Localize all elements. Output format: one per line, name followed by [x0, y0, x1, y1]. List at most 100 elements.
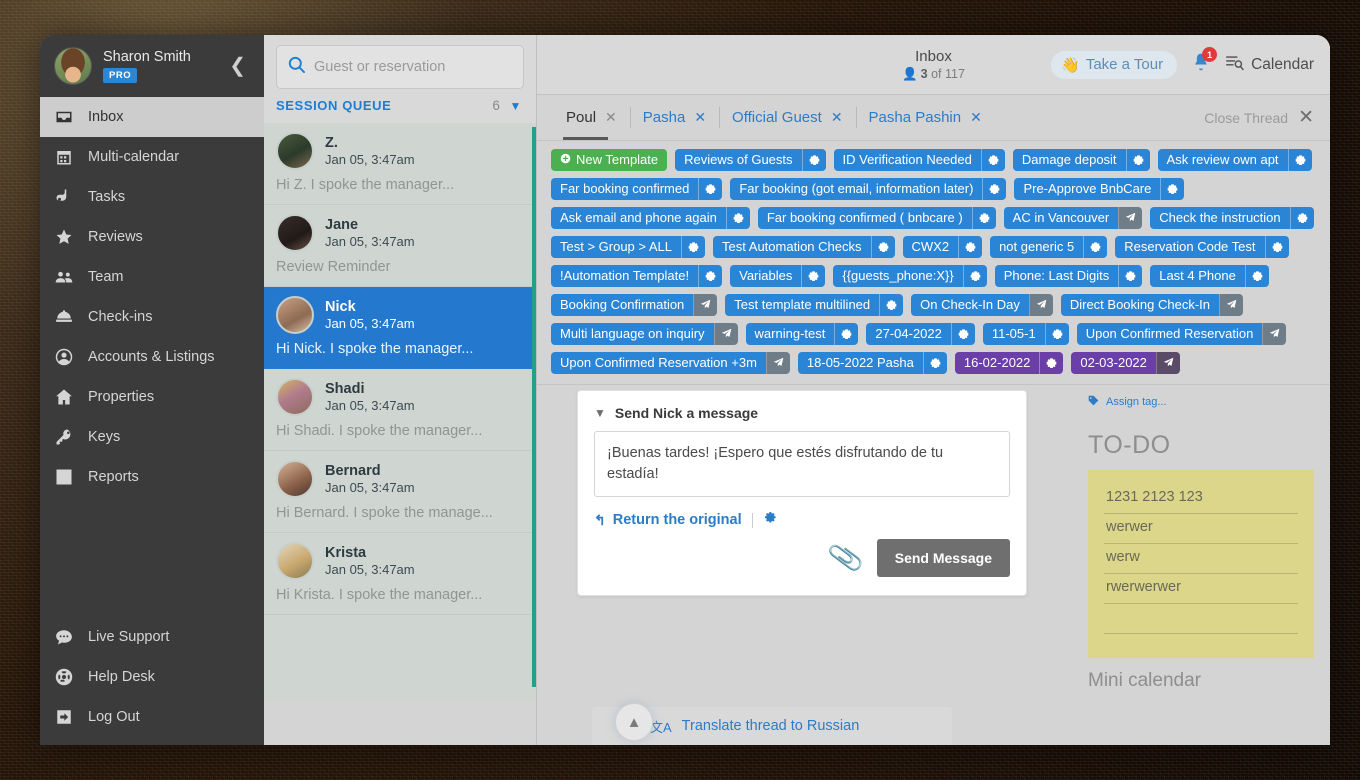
- sidebar-item-check-ins[interactable]: Check-ins: [40, 297, 264, 337]
- gear-icon[interactable]: [1083, 236, 1108, 258]
- gear-icon[interactable]: [1118, 265, 1143, 287]
- plane-icon[interactable]: [693, 294, 718, 316]
- gear-icon[interactable]: [725, 207, 750, 229]
- gear-icon[interactable]: [834, 323, 859, 345]
- sidebar-item-help-desk[interactable]: Help Desk: [40, 657, 264, 697]
- template-tag[interactable]: Far booking (got email, information late…: [730, 178, 1007, 200]
- sidebar-item-properties[interactable]: Properties: [40, 377, 264, 417]
- template-tag[interactable]: Upon Confirmed Reservation: [1076, 323, 1287, 345]
- gear-icon[interactable]: [1244, 265, 1269, 287]
- sidebar-item-team[interactable]: Team: [40, 257, 264, 297]
- template-tag[interactable]: Pre-Approve BnbCare: [1014, 178, 1185, 200]
- notifications-button[interactable]: 1: [1191, 47, 1218, 77]
- template-tag[interactable]: New Template: [551, 149, 668, 171]
- paperclip-icon[interactable]: 📎: [826, 539, 866, 577]
- gear-icon[interactable]: [1125, 149, 1150, 171]
- tab-pasha[interactable]: Pasha ✕: [629, 95, 719, 140]
- calendar-button[interactable]: Calendar: [1225, 54, 1314, 76]
- gear-icon[interactable]: [1044, 323, 1069, 345]
- template-tag[interactable]: Last 4 Phone: [1150, 265, 1269, 287]
- template-tag[interactable]: 11-05-1: [982, 323, 1069, 345]
- template-tag[interactable]: Booking Confirmation: [551, 294, 718, 316]
- gear-icon[interactable]: [1039, 352, 1064, 374]
- gear-icon[interactable]: [681, 236, 706, 258]
- plane-icon[interactable]: [765, 352, 790, 374]
- thread-list-item[interactable]: Bernard Jan 05, 3:47am Hi Bernard. I spoke…: [264, 451, 536, 533]
- gear-icon[interactable]: [958, 236, 983, 258]
- gear-icon[interactable]: [962, 265, 987, 287]
- todo-item[interactable]: rwerwerwer: [1104, 574, 1298, 604]
- gear-icon[interactable]: [801, 265, 826, 287]
- gear-icon[interactable]: [1264, 236, 1289, 258]
- close-icon[interactable]: ✕: [1298, 106, 1314, 129]
- todo-item[interactable]: 1231 2123 123: [1104, 484, 1298, 514]
- gear-icon[interactable]: [1289, 207, 1314, 229]
- search-input[interactable]: [314, 59, 513, 75]
- gear-icon[interactable]: [1160, 178, 1185, 200]
- template-tag[interactable]: !Automation Template!: [551, 265, 723, 287]
- tab-pasha-pashin[interactable]: Pasha Pashin ✕: [855, 95, 995, 140]
- gear-icon[interactable]: [1287, 149, 1312, 171]
- thread-list-item[interactable]: Nick Jan 05, 3:47am Hi Nick. I spoke the m…: [264, 287, 536, 369]
- close-icon[interactable]: ✕: [605, 109, 617, 126]
- sidebar-item-live-support[interactable]: Live Support: [40, 617, 264, 657]
- sidebar-item-inbox[interactable]: Inbox: [40, 97, 264, 137]
- template-tag[interactable]: AC in Vancouver: [1003, 207, 1143, 229]
- todo-item[interactable]: [1104, 604, 1298, 634]
- template-tag[interactable]: not generic 5: [990, 236, 1108, 258]
- gear-icon[interactable]: [870, 236, 895, 258]
- gear-icon[interactable]: [698, 265, 723, 287]
- message-input[interactable]: ¡Buenas tardes! ¡Espero que estés disfru…: [594, 431, 1010, 498]
- take-a-tour-button[interactable]: 👋 Take a Tour: [1051, 50, 1178, 79]
- gear-icon[interactable]: [980, 149, 1005, 171]
- template-tag[interactable]: Ask email and phone again: [551, 207, 750, 229]
- thread-list-item[interactable]: Krista Jan 05, 3:47am Hi Krista. I spoke t…: [264, 533, 536, 615]
- template-tag[interactable]: Reservation Code Test: [1115, 236, 1289, 258]
- template-tag[interactable]: Upon Confirmed Reservation +3m: [551, 352, 790, 374]
- session-queue-header[interactable]: SESSION QUEUE 6 ▼: [264, 89, 536, 123]
- gear-icon[interactable]: [879, 294, 904, 316]
- gear-icon[interactable]: [922, 352, 947, 374]
- chevron-down-icon[interactable]: ▼: [594, 406, 606, 420]
- user-profile[interactable]: Sharon Smith PRO ❮: [40, 35, 264, 97]
- template-tag[interactable]: Direct Booking Check-In: [1060, 294, 1244, 316]
- close-icon[interactable]: ✕: [831, 109, 843, 126]
- template-tag[interactable]: Multi language on inquiry: [551, 323, 738, 345]
- template-tag[interactable]: 02-03-2022: [1071, 352, 1180, 374]
- gear-icon[interactable]: [950, 323, 975, 345]
- gear-icon[interactable]: [801, 149, 826, 171]
- gear-icon[interactable]: [982, 178, 1007, 200]
- sidebar-item-tasks[interactable]: Tasks: [40, 177, 264, 217]
- thread-list-item[interactable]: Z. Jan 05, 3:47am Hi Z. I spoke the manage…: [264, 123, 536, 205]
- plane-icon[interactable]: [1219, 294, 1244, 316]
- template-tag[interactable]: 27-04-2022: [866, 323, 975, 345]
- template-tag[interactable]: Damage deposit: [1012, 149, 1150, 171]
- close-icon[interactable]: ✕: [694, 109, 706, 126]
- search-box[interactable]: [276, 45, 524, 89]
- template-tag[interactable]: Test template multilined: [725, 294, 904, 316]
- gear-icon[interactable]: [698, 178, 723, 200]
- assign-tag-button[interactable]: Assign tag...: [1088, 395, 1314, 409]
- template-tag[interactable]: Test > Group > ALL: [551, 236, 706, 258]
- template-tag[interactable]: Far booking confirmed: [551, 178, 723, 200]
- template-tag[interactable]: Far booking confirmed ( bnbcare ): [757, 207, 996, 229]
- sidebar-item-multi-calendar[interactable]: Multi-calendar: [40, 137, 264, 177]
- chevron-down-icon[interactable]: ▼: [510, 99, 522, 113]
- todo-item[interactable]: werwer: [1104, 514, 1298, 544]
- template-tag[interactable]: 16-02-2022: [954, 352, 1064, 374]
- queue-scroll-indicator[interactable]: [532, 127, 536, 687]
- chevron-up-icon[interactable]: ▲: [615, 703, 653, 741]
- tab-poul[interactable]: Poul ✕: [553, 95, 630, 140]
- sidebar-item-reports[interactable]: Reports: [40, 457, 264, 497]
- sidebar-item-log-out[interactable]: Log Out: [40, 697, 264, 737]
- sidebar-item-accounts-listings[interactable]: Accounts & Listings: [40, 337, 264, 377]
- return-original-button[interactable]: ↰ Return the original: [594, 512, 742, 529]
- sidebar-item-reviews[interactable]: Reviews: [40, 217, 264, 257]
- thread-list-item[interactable]: Shadi Jan 05, 3:47am Hi Shadi. I spoke the…: [264, 369, 536, 451]
- template-tag[interactable]: CWX2: [902, 236, 983, 258]
- compose-header[interactable]: ▼ Send Nick a message: [594, 405, 1010, 421]
- plane-icon[interactable]: [1118, 207, 1143, 229]
- template-tag[interactable]: Test Automation Checks: [713, 236, 895, 258]
- template-tag[interactable]: warning-test: [745, 323, 859, 345]
- close-icon[interactable]: ✕: [970, 109, 982, 126]
